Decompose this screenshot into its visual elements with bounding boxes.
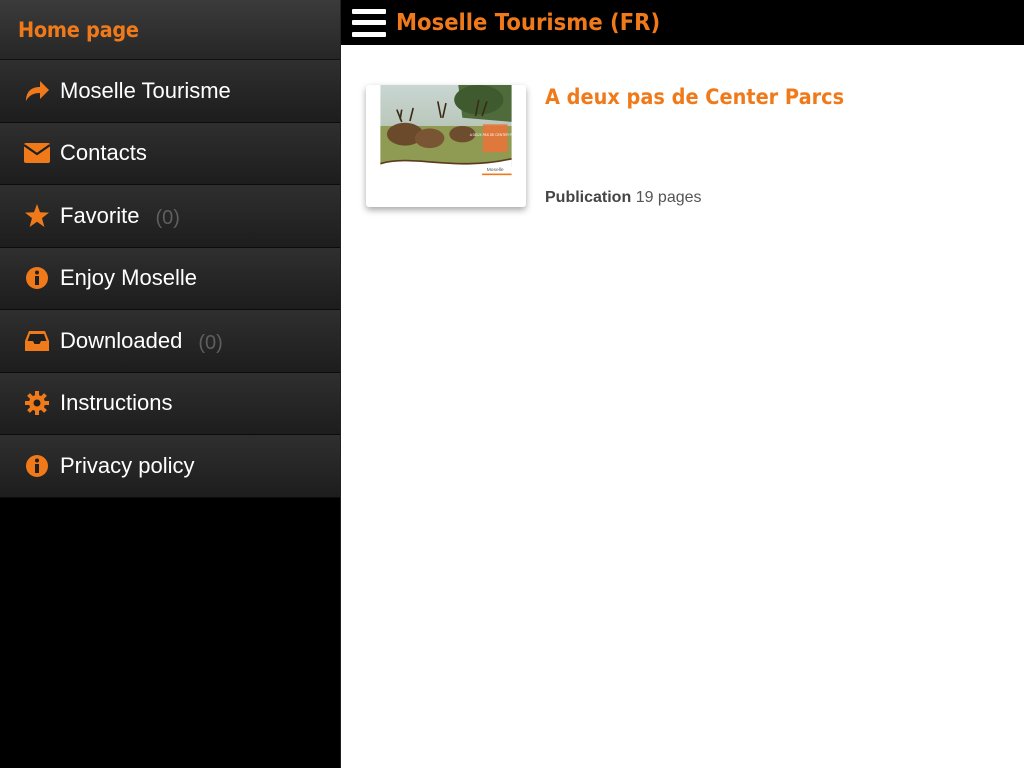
sidebar-item-favorite[interactable]: Favorite (0) <box>0 185 340 248</box>
inbox-icon <box>24 328 50 354</box>
favorite-count: (0) <box>155 207 180 230</box>
sidebar-item-instructions[interactable]: Instructions <box>0 372 340 435</box>
sidebar-item-label: Instructions <box>60 390 173 416</box>
publication-cover[interactable]: A DEUX PAS DE CENTER PARCS Moselle <box>366 85 526 207</box>
sidebar-item-moselle-tourisme[interactable]: Moselle Tourisme <box>0 60 340 123</box>
sidebar-item-enjoy-moselle[interactable]: Enjoy Moselle <box>0 247 340 310</box>
sidebar-item-downloaded[interactable]: Downloaded (0) <box>0 310 340 373</box>
publication-meta: Publication 19 pages <box>545 189 870 207</box>
sidebar-item-label: Moselle Tourisme <box>60 77 231 103</box>
sidebar-item-label: Contacts <box>60 140 147 166</box>
sidebar-menu: Moselle Tourisme Contacts Favorite (0) E… <box>0 60 340 498</box>
top-bar: Moselle Tourisme (FR) <box>341 0 1024 45</box>
envelope-icon <box>24 140 50 166</box>
page-title: Moselle Tourisme (FR) <box>396 9 661 36</box>
publication-info: A deux pas de Center Parcs Publication 1… <box>545 85 870 207</box>
gear-icon <box>24 390 50 416</box>
sidebar-item-label: Enjoy Moselle <box>60 265 197 291</box>
main-content: Moselle Tourisme (FR) A DEUX PAS DE CENT… <box>340 0 1024 768</box>
cover-brand: Moselle <box>487 167 504 173</box>
hamburger-menu-icon[interactable] <box>352 8 386 37</box>
share-arrow-icon <box>24 78 50 104</box>
star-icon <box>24 203 50 229</box>
publication-type: Publication <box>545 189 632 206</box>
home-page-header[interactable]: Home page <box>0 0 340 60</box>
publication-card[interactable]: A DEUX PAS DE CENTER PARCS Moselle A deu… <box>366 85 870 207</box>
publication-pages: 19 pages <box>635 189 702 206</box>
cover-text: A DEUX PAS DE CENTER PARCS <box>470 133 522 137</box>
sidebar-item-label: Favorite <box>60 202 140 228</box>
sidebar-item-contacts[interactable]: Contacts <box>0 122 340 185</box>
downloaded-count: (0) <box>198 332 223 355</box>
cover-image: A DEUX PAS DE CENTER PARCS Moselle <box>380 85 522 185</box>
sidebar: Home page Moselle Tourisme Contacts Favo… <box>0 0 340 768</box>
sidebar-item-label: Downloaded <box>60 327 183 353</box>
sidebar-item-privacy-policy[interactable]: Privacy policy <box>0 435 340 498</box>
home-page-label: Home page <box>18 17 139 42</box>
sidebar-item-label: Privacy policy <box>60 452 195 478</box>
info-icon <box>24 265 50 291</box>
publication-title[interactable]: A deux pas de Center Parcs <box>545 85 844 109</box>
info-icon <box>24 453 50 479</box>
